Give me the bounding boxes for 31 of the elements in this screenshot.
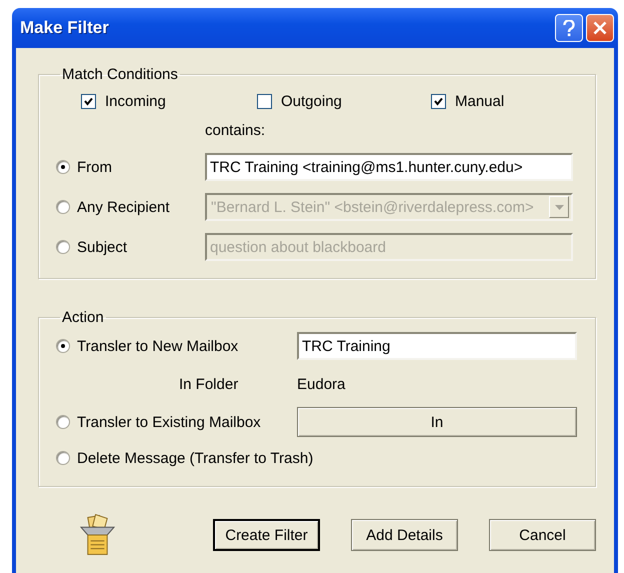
checkbox[interactable]: Manual	[431, 92, 577, 110]
group-title: Action	[61, 309, 105, 326]
text-field[interactable]: TRC Training <training@ms1.hunter.cuny.edu>	[205, 153, 573, 181]
radio-button[interactable]: Transler to New Mailbox	[56, 338, 238, 354]
folder-name: Eudora	[297, 376, 346, 392]
text-field[interactable]: TRC Training	[297, 332, 577, 360]
folder-label: In Folder	[179, 376, 240, 392]
funnel-icon	[80, 513, 115, 557]
contains-label: contains:	[205, 122, 266, 138]
radio-button[interactable]: Delete Message (Transfer to Trash)	[56, 450, 314, 466]
radio-indicator[interactable]	[56, 451, 70, 465]
window-title: Make Filter	[20, 18, 110, 38]
radio-button[interactable]: From	[56, 158, 112, 176]
checkbox[interactable]: Incoming	[81, 92, 257, 110]
group-title: Match Conditions	[61, 66, 179, 83]
radio-indicator[interactable]	[56, 160, 70, 174]
checkmark-icon	[434, 96, 443, 106]
checkmark-icon	[84, 96, 93, 106]
dialog-button[interactable]: Create Filter	[213, 519, 320, 551]
radio-button[interactable]: Transler to Existing Mailbox	[56, 414, 261, 430]
dialog-button[interactable]: Cancel	[489, 519, 596, 551]
radio-indicator[interactable]	[56, 339, 70, 353]
mailbox-button[interactable]: In	[297, 407, 577, 437]
close-icon	[593, 21, 607, 35]
checkbox[interactable]: Outgoing	[257, 92, 431, 110]
question-mark-icon	[563, 20, 575, 36]
close-button[interactable]	[586, 14, 614, 42]
dialog-button[interactable]: Add Details	[351, 519, 458, 551]
radio-indicator[interactable]	[56, 415, 70, 429]
caret-icon	[554, 204, 564, 210]
help-button[interactable]	[555, 14, 583, 42]
